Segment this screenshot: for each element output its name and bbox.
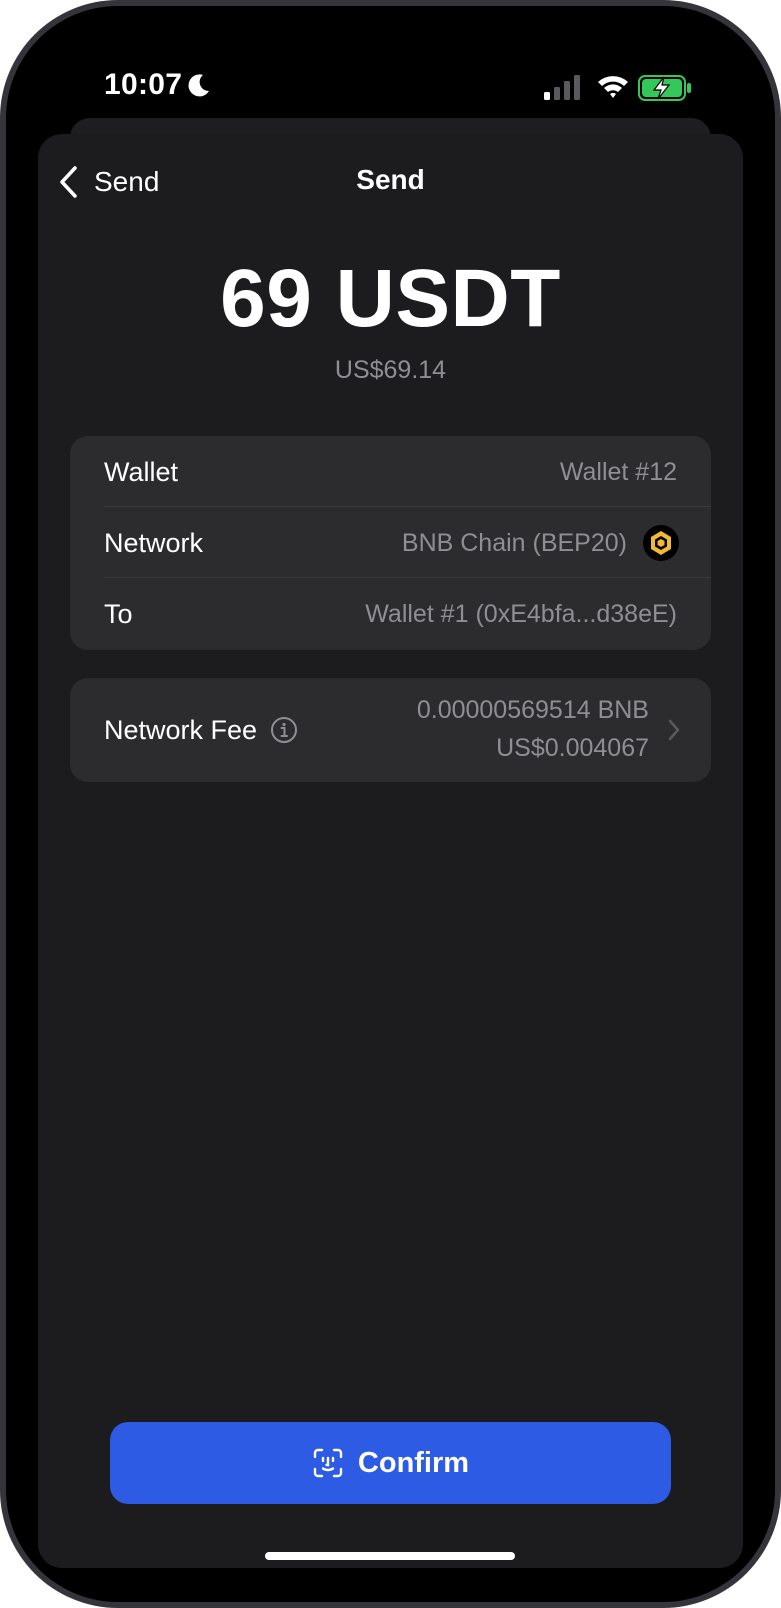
status-time: 10:07 — [104, 68, 183, 101]
network-fee-fiat: US$0.004067 — [496, 734, 649, 762]
wallet-row: Wallet Wallet #12 — [70, 436, 711, 508]
wallet-value: Wallet #12 — [559, 458, 677, 486]
send-amount: 69 USDT — [220, 253, 561, 344]
info-icon[interactable] — [270, 716, 298, 744]
wifi-icon — [598, 76, 628, 98]
wallet-label: Wallet — [104, 457, 179, 487]
to-label: To — [104, 599, 133, 629]
face-id-icon — [313, 1448, 343, 1478]
battery-charging-icon — [638, 75, 691, 101]
confirm-button[interactable]: Confirm — [110, 1422, 671, 1504]
network-fee-label: Network Fee — [104, 715, 258, 745]
status-bar: 10:07 — [6, 6, 775, 116]
send-sheet: Send Send 69 USDT US$69.14 Wallet Wallet… — [38, 134, 743, 1568]
network-label: Network — [104, 528, 204, 558]
phone-frame: 10:07 Send Send 69 USDT US$69.14 Wallet … — [0, 0, 781, 1608]
home-indicator[interactable] — [265, 1552, 515, 1560]
bnb-icon — [643, 525, 679, 561]
to-value: Wallet #1 (0xE4bfa...d38eE) — [365, 600, 677, 628]
send-amount-fiat: US$69.14 — [334, 356, 447, 384]
network-fee-crypto: 0.00000569514 BNB — [416, 696, 649, 724]
confirm-button-label: Confirm — [357, 1446, 470, 1479]
signal-icon — [544, 75, 580, 100]
network-row: Network BNB Chain (BEP20) — [70, 507, 711, 579]
screen: 10:07 Send Send 69 USDT US$69.14 Wallet … — [6, 6, 775, 1602]
network-fee-row[interactable]: Network Fee 0.00000569514 BNB US$0.00406… — [70, 678, 711, 782]
network-value: BNB Chain (BEP20) — [401, 529, 627, 557]
to-row: To Wallet #1 (0xE4bfa...d38eE) — [70, 578, 711, 650]
details-card: Wallet Wallet #12 Network BNB Chain (BEP… — [70, 436, 711, 650]
chevron-right-icon — [668, 719, 680, 741]
page-title: Send — [356, 164, 425, 195]
moon-icon — [188, 74, 209, 97]
